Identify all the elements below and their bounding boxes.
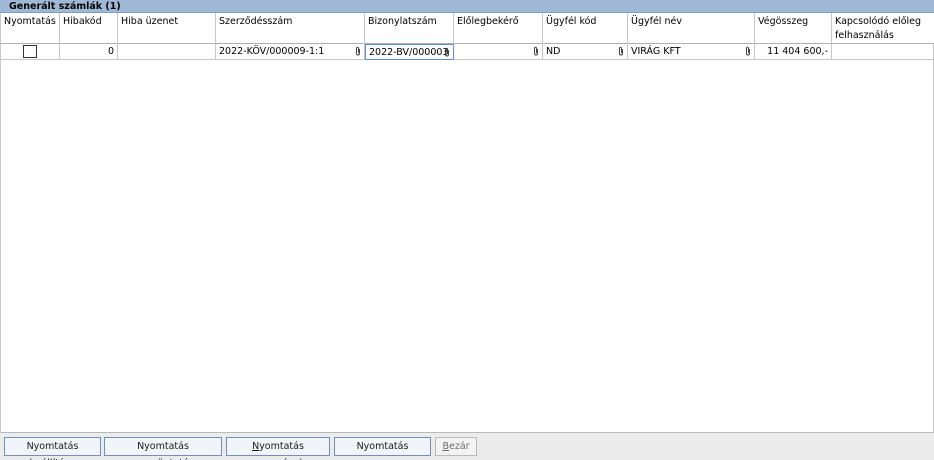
cancel-print-button[interactable]: Nyomtatás megszüntetése — [104, 437, 222, 460]
col-header-hiba-uzenet[interactable]: Hiba üzenet — [118, 13, 216, 44]
close-label: ezár — [448, 441, 470, 452]
paperclip-icon[interactable] — [355, 46, 361, 56]
button-bar: Nyomtatás beállítása Nyomtatás megszünte… — [0, 433, 934, 460]
window-titlebar: Generált számlák (1) — [0, 0, 934, 13]
cell-vegosszeg: 11 404 600,- — [755, 44, 832, 60]
print-individually-button[interactable]: Nyomtatás egyesével — [226, 437, 330, 460]
col-header-ugyfel-kod[interactable]: Ügyfél kód — [543, 13, 628, 44]
ugyfel-kod-value: ND — [546, 46, 561, 57]
print-all-at-once-button[interactable]: Nyomtatás egyszerre — [334, 437, 431, 460]
col-header-hibakod[interactable]: Hibakód — [60, 13, 118, 44]
paperclip-icon[interactable] — [745, 46, 751, 56]
col-header-ugyfel-nev[interactable]: Ügyfél név — [628, 13, 755, 44]
paperclip-icon[interactable] — [533, 46, 539, 56]
ugyfel-nev-value: VIRÁG KFT — [631, 46, 681, 57]
cell-bizonylatszam[interactable]: 2022-BV/000003 — [365, 44, 454, 60]
cell-szerzodesszam[interactable]: 2022-KÖV/000009-1:1 — [216, 44, 365, 60]
szerzodesszam-value: 2022-KÖV/000009-1:1 — [219, 46, 325, 57]
window-title: Generált számlák (1) — [9, 1, 121, 12]
print-individually-label: yomtatás egyesével — [254, 441, 304, 460]
cell-hiba-uzenet — [118, 44, 216, 60]
cell-kapcsolodo — [832, 44, 934, 60]
print-checkbox[interactable] — [23, 45, 37, 58]
cell-hibakod: 0 — [60, 44, 118, 60]
col-header-kapcsolodo[interactable]: Kapcsolódó előleg felhasználás — [832, 13, 934, 44]
cell-elolegbekero[interactable] — [454, 44, 543, 60]
table-row[interactable]: 0 2022-KÖV/000009-1:1 2022-BV/000003 ND … — [1, 44, 934, 60]
print-settings-button[interactable]: Nyomtatás beállítása — [4, 437, 101, 460]
invoice-grid: Nyomtatás Hibakód Hiba üzenet Szerződéss… — [0, 13, 934, 433]
cell-ugyfel-nev[interactable]: VIRÁG KFT — [628, 44, 755, 60]
cell-nyomtatas — [1, 44, 60, 60]
close-button[interactable]: Bezár — [435, 437, 477, 456]
col-header-szerzodesszam[interactable]: Szerződésszám — [216, 13, 365, 44]
cell-ugyfel-kod[interactable]: ND — [543, 44, 628, 60]
grid-header: Nyomtatás Hibakód Hiba üzenet Szerződéss… — [1, 13, 934, 44]
col-header-nyomtatas[interactable]: Nyomtatás — [1, 13, 60, 44]
col-header-vegosszeg[interactable]: Végösszeg — [755, 13, 832, 44]
col-header-elolegbekero[interactable]: Előlegbekérő — [454, 13, 543, 44]
col-header-bizonylatszam[interactable]: Bizonylatszám — [365, 13, 454, 44]
bizonylatszam-value: 2022-BV/000003 — [369, 47, 449, 58]
paperclip-icon[interactable] — [618, 46, 624, 56]
paperclip-icon[interactable] — [444, 47, 450, 57]
